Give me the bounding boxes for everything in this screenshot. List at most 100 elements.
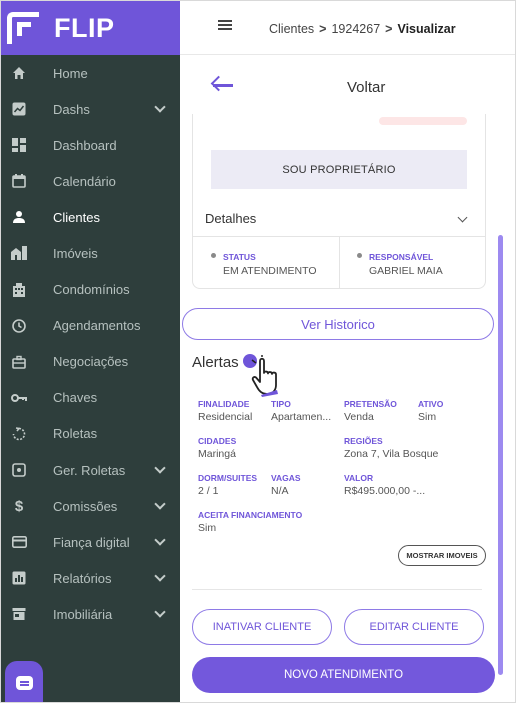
sidebar-item-agendamentos[interactable]: Agendamentos bbox=[1, 308, 180, 344]
chevron-down-icon bbox=[154, 498, 166, 510]
field-finalidade: FINALIDADE Residencial bbox=[198, 399, 252, 423]
sidebar-item-calendario[interactable]: Calendário bbox=[1, 163, 180, 199]
field-value: R$495.000,00 -... bbox=[344, 485, 426, 497]
field-dorm-suites: DORM/SUITES 2 / 1 bbox=[198, 473, 257, 497]
field-label: REGIÕES bbox=[344, 436, 383, 446]
breadcrumb-current: Visualizar bbox=[397, 22, 456, 36]
owner-button[interactable]: SOU PROPRIETÁRIO bbox=[211, 150, 467, 189]
sidebar-item-condominios[interactable]: Condomínios bbox=[1, 272, 180, 308]
main-content: Clientes >1924267 > Visualizar Voltar SOU P… bbox=[180, 1, 515, 702]
chevron-down-icon[interactable] bbox=[457, 212, 468, 223]
sidebar-item-dashboard[interactable]: Dashboard bbox=[1, 127, 180, 163]
store-icon bbox=[11, 606, 27, 622]
bullet-icon bbox=[211, 253, 216, 258]
sidebar-item-roletas[interactable]: Roletas bbox=[1, 416, 180, 452]
edit-client-button[interactable]: EDITAR CLIENTE bbox=[344, 609, 484, 645]
field-value: Zona 7, Vila Bosque bbox=[344, 448, 439, 460]
chat-icon bbox=[15, 675, 33, 690]
sidebar-item-label: Imobiliária bbox=[53, 606, 113, 622]
brand-name: FLIP bbox=[54, 12, 115, 43]
sidebar-item-home[interactable]: Home bbox=[1, 55, 180, 91]
chevron-down-icon bbox=[154, 534, 166, 546]
menu-icon[interactable] bbox=[218, 24, 232, 26]
dice-icon bbox=[11, 462, 27, 478]
field-value: Sim bbox=[198, 522, 217, 534]
back-arrow-icon[interactable] bbox=[210, 75, 233, 95]
details-toggle[interactable]: Detalhes bbox=[205, 211, 256, 226]
chevron-down-icon bbox=[154, 462, 166, 474]
field-label: TIPO bbox=[271, 399, 291, 409]
rotate-icon bbox=[11, 426, 27, 442]
chart-icon bbox=[11, 101, 27, 117]
sidebar-item-imoveis[interactable]: Imóveis bbox=[1, 235, 180, 271]
field-ativo: ATIVO Sim bbox=[418, 399, 443, 423]
status-label: STATUS bbox=[223, 252, 256, 262]
sidebar-item-label: Home bbox=[53, 65, 88, 81]
sidebar-item-label: Chaves bbox=[53, 390, 98, 406]
topbar: Clientes >1924267 > Visualizar bbox=[180, 1, 515, 55]
sidebar-item-label: Clientes bbox=[53, 209, 100, 225]
field-value: Residencial bbox=[198, 411, 253, 423]
sidebar-item-label: Ger. Roletas bbox=[53, 462, 126, 478]
breadcrumb-client-id[interactable]: 1924267 bbox=[331, 22, 380, 36]
field-value: Maringá bbox=[198, 448, 236, 460]
breadcrumb-clientes[interactable]: Clientes bbox=[269, 22, 314, 36]
home-icon bbox=[11, 65, 27, 81]
field-label: PRETENSÃO bbox=[344, 399, 397, 409]
field-vagas: VAGAS N/A bbox=[271, 473, 301, 497]
divider bbox=[192, 589, 482, 590]
decorative-highlight bbox=[379, 117, 467, 125]
status-section: STATUS EM ATENDIMENTO RESPONSÁVEL GABRIE… bbox=[193, 236, 485, 289]
chevron-down-icon bbox=[154, 101, 166, 113]
page-title: Voltar bbox=[347, 79, 386, 96]
sidebar-item-dashs[interactable]: Dashs bbox=[1, 91, 180, 127]
dollar-icon: $ bbox=[14, 497, 24, 515]
brand-header[interactable]: FLIP bbox=[1, 1, 180, 55]
field-label: CIDADES bbox=[198, 436, 237, 446]
sidebar-nav: Home Dashs Dashboard Calendário Clientes… bbox=[1, 55, 180, 633]
field-label: DORM/SUITES bbox=[198, 473, 258, 483]
chat-button[interactable] bbox=[5, 661, 43, 702]
inactivate-client-button[interactable]: INATIVAR CLIENTE bbox=[192, 609, 332, 645]
field-tipo: TIPO Apartamen... bbox=[271, 399, 331, 423]
breadcrumb-separator: > bbox=[319, 22, 327, 36]
sidebar-item-relatorios[interactable]: Relatórios bbox=[1, 560, 180, 596]
field-label: ACEITA FINANCIAMENTO bbox=[198, 510, 303, 520]
scrollbar[interactable] bbox=[498, 235, 503, 675]
field-label: VALOR bbox=[344, 473, 374, 483]
sidebar-item-label: Dashs bbox=[53, 101, 90, 117]
clock-icon bbox=[11, 318, 27, 334]
chevron-down-icon bbox=[154, 570, 166, 582]
alerts-card: Alertas FINALIDADE Residencial TIPO Apar… bbox=[182, 341, 488, 653]
sidebar-item-label: Relatórios bbox=[53, 570, 112, 586]
flip-logo-icon bbox=[7, 12, 39, 44]
sidebar-item-label: Agendamentos bbox=[53, 318, 141, 334]
divider bbox=[339, 237, 340, 289]
sidebar-item-negociacoes[interactable]: Negociações bbox=[1, 344, 180, 380]
sidebar-item-ger-roletas[interactable]: Ger. Roletas bbox=[1, 452, 180, 488]
field-label: FINALIDADE bbox=[198, 399, 250, 409]
responsavel-block: RESPONSÁVEL GABRIEL MAIA bbox=[357, 252, 443, 277]
new-service-button[interactable]: NOVO ATENDIMENTO bbox=[192, 657, 495, 693]
card-icon bbox=[11, 534, 27, 550]
sidebar-item-fianca-digital[interactable]: Fiança digital bbox=[1, 524, 180, 560]
show-properties-button[interactable]: MOSTRAR IMOVEIS bbox=[398, 545, 486, 566]
field-regioes: REGIÕES Zona 7, Vila Bosque bbox=[344, 436, 438, 460]
briefcase-icon bbox=[11, 354, 27, 370]
sidebar-item-clientes[interactable]: Clientes bbox=[1, 199, 180, 235]
sidebar-item-label: Negociações bbox=[53, 354, 129, 370]
apartment-icon bbox=[11, 282, 27, 298]
sidebar-item-comissoes[interactable]: $ Comissões bbox=[1, 488, 180, 524]
sidebar-item-label: Calendário bbox=[53, 173, 116, 189]
sidebar: FLIP Home Dashs Dashboard Calendário Cli… bbox=[1, 1, 180, 702]
chevron-down-icon bbox=[154, 606, 166, 619]
history-button[interactable]: Ver Historico bbox=[182, 308, 494, 340]
field-cidades: CIDADES Maringá bbox=[198, 436, 236, 460]
field-aceita-financiamento: ACEITA FINANCIAMENTO Sim bbox=[198, 510, 302, 534]
sidebar-item-imobiliaria[interactable]: Imobiliária bbox=[1, 596, 180, 632]
person-icon bbox=[11, 209, 27, 225]
field-value: Apartamen... bbox=[271, 411, 332, 423]
sidebar-item-label: Imóveis bbox=[53, 246, 98, 262]
field-label: ATIVO bbox=[418, 399, 444, 409]
sidebar-item-chaves[interactable]: Chaves bbox=[1, 380, 180, 416]
